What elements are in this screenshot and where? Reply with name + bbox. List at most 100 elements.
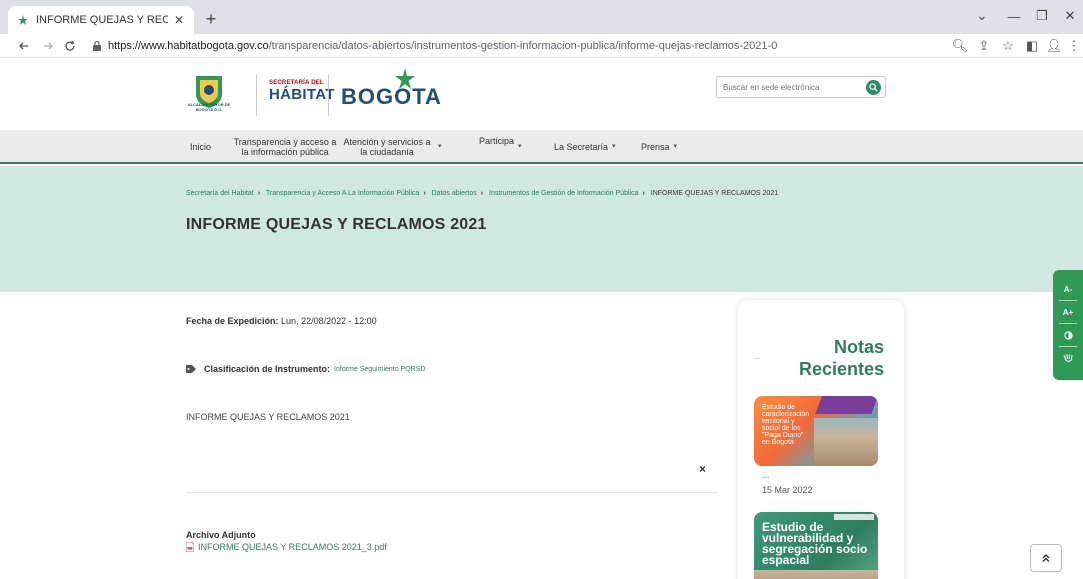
contrast-icon: [1063, 330, 1073, 340]
scroll-top-button[interactable]: [1030, 544, 1062, 572]
site-search-input[interactable]: [717, 77, 857, 98]
body-text: INFORME QUEJAS Y RECLAMOS 2021: [186, 412, 350, 422]
breadcrumb: Secretaría del Habitat › Transparencia y …: [186, 190, 778, 197]
increase-font-button[interactable]: A+: [1053, 303, 1083, 321]
breadcrumb-item[interactable]: Transparencia y Acceso A La Información …: [266, 190, 419, 197]
note-image: [754, 570, 878, 579]
share-icon[interactable]: ⇪: [974, 36, 994, 56]
zoom-icon[interactable]: 🔍︎: [950, 36, 970, 56]
content-divider: [186, 492, 718, 493]
note-banner: [815, 396, 878, 414]
back-button[interactable]: [14, 36, 34, 56]
chevron-down-icon: ▾: [673, 143, 678, 150]
new-tab-button[interactable]: +: [200, 8, 222, 30]
search-button[interactable]: [866, 80, 881, 95]
sidebar-dash: —: [754, 356, 760, 362]
nav-participa[interactable]: Participa ▾: [479, 124, 522, 158]
note-card[interactable]: Estudio de caracterización territorial y…: [754, 396, 878, 466]
attach-label: Archivo Adjunto: [186, 530, 256, 540]
breadcrumb-item[interactable]: Datos abiertos: [432, 190, 477, 197]
logo-divider-2: [328, 74, 329, 116]
a11y-separator: [1059, 323, 1077, 324]
site-search: [716, 76, 886, 98]
note-card[interactable]: Estudio de vulnerabilidad y segregación …: [754, 512, 878, 579]
nav-transparencia[interactable]: Transparencia y acceso a la información …: [230, 130, 340, 164]
close-tab-icon[interactable]: ✕: [172, 13, 186, 27]
chevron-down-icon: ▾: [438, 143, 442, 150]
bogota-star-icon: [395, 68, 415, 89]
nav-label: Transparencia y acceso a la información …: [233, 137, 337, 157]
fecha-value: Lun, 22/08/2022 - 12:00: [281, 316, 377, 326]
crest-caption: ALCALDÍA MAYOR DE BOGOTÁ D.C.: [187, 102, 231, 112]
double-chevron-up-icon: [1042, 554, 1050, 562]
close-window-icon[interactable]: ✕: [1058, 6, 1082, 26]
side-panel-icon[interactable]: ◧: [1022, 36, 1042, 56]
breadcrumb-chevron-icon: ›: [423, 190, 426, 197]
breadcrumb-item[interactable]: Secretaría del Habitat: [186, 190, 254, 197]
breadcrumb-item[interactable]: Instrumentos de Gestión de Información P…: [489, 190, 638, 197]
favicon-icon: [16, 13, 30, 27]
note-title: Estudio de vulnerabilidad y segregación …: [762, 520, 868, 567]
site-header: ALCALDÍA MAYOR DE BOGOTÁ D.C. SECRETARÍA…: [0, 58, 1083, 130]
logo-divider: [256, 74, 257, 116]
chevron-down-icon: ▾: [612, 143, 616, 150]
arrow-right-icon: [44, 42, 53, 50]
nav-prensa[interactable]: Prensa ▾: [641, 130, 677, 164]
arrow-left-icon: [19, 42, 28, 50]
secretaria-logo-big: HÁBITAT: [269, 86, 335, 103]
page-hero: Secretaría del Habitat › Transparencia y …: [0, 166, 1083, 292]
secretaria-logo[interactable]: SECRETARÍA DEL HÁBITAT: [269, 80, 335, 103]
main-content: Fecha de Expedición: Lun, 22/08/2022 - 1…: [186, 292, 726, 579]
reload-button[interactable]: [60, 36, 80, 56]
nav-label: Participa: [479, 136, 515, 146]
note-logo-strip: [834, 514, 874, 520]
forward-button[interactable]: [38, 36, 58, 56]
contrast-button[interactable]: [1053, 326, 1083, 344]
breadcrumb-chevron-icon: ›: [642, 190, 645, 197]
clasificacion-instrumento: Clasificación de Instrumento: Informe Se…: [186, 364, 425, 374]
note-image: [814, 418, 878, 466]
decrease-font-button[interactable]: A-: [1053, 280, 1083, 298]
nav-label: Atención y servicios a la ciudadanía: [343, 137, 431, 157]
nav-inicio[interactable]: Inicio: [190, 130, 211, 164]
lock-icon: [93, 40, 101, 51]
close-icon[interactable]: ×: [699, 462, 706, 476]
a11y-separator: [1059, 346, 1077, 347]
sign-language-button[interactable]: [1053, 349, 1083, 367]
nav-la-secretaria[interactable]: La Secretaría ▾: [554, 130, 616, 164]
tab-bar: INFORME QUEJAS Y RECLAMOS ✕ + ⌄ — ❐ ✕: [0, 0, 1083, 34]
breadcrumb-chevron-icon: ›: [257, 190, 261, 197]
note-ellipsis: ...: [762, 470, 770, 480]
nav-label: Inicio: [190, 142, 212, 152]
url-host: https://www.habitatbogota.gov.co: [108, 40, 269, 52]
url-path: /transparencia/datos-abiertos/instrument…: [268, 40, 778, 52]
tab-search-icon[interactable]: ⌄: [970, 6, 994, 26]
chevron-down-icon: ▾: [518, 143, 522, 150]
browser-window: INFORME QUEJAS Y RECLAMOS ✕ + ⌄ — ❐ ✕ ht…: [0, 0, 1083, 579]
search-icon: [869, 83, 878, 92]
url-field[interactable]: https://www.habitatbogota.gov.co/transpa…: [88, 36, 938, 56]
note-title: Estudio de caracterización territorial y…: [762, 404, 810, 446]
minimize-icon[interactable]: —: [1002, 6, 1026, 26]
fecha-expedicion: Fecha de Expedición: Lun, 22/08/2022 - 1…: [186, 316, 377, 326]
tag-icon: [186, 365, 196, 373]
a11y-separator: [1059, 300, 1077, 301]
profile-icon[interactable]: 👤︎: [1044, 36, 1064, 56]
reload-icon: [65, 40, 75, 51]
url-text: https://www.habitatbogota.gov.co/transpa…: [108, 40, 777, 52]
note-date: 15 Mar 2022: [762, 485, 813, 495]
tab-title: INFORME QUEJAS Y RECLAMOS: [36, 14, 168, 26]
pdf-file-icon: [186, 542, 194, 552]
address-bar-row: https://www.habitatbogota.gov.co/transpa…: [0, 34, 1083, 58]
bookmark-star-icon[interactable]: ☆: [998, 36, 1018, 56]
accessibility-toolbar: A- A+: [1053, 270, 1083, 380]
attachment-link[interactable]: INFORME QUEJAS Y RECLAMOS 2021_3.pdf: [186, 542, 387, 552]
nav-atencion[interactable]: Atención y servicios a la ciudadanía ▾: [340, 130, 454, 164]
page-title: INFORME QUEJAS Y RECLAMOS 2021: [186, 216, 487, 233]
menu-kebab-icon[interactable]: ⋮: [1064, 36, 1083, 56]
sidebar-title: Notas Recientes: [798, 337, 884, 379]
clasif-link[interactable]: Informe Seguimiento PQRSD: [334, 366, 425, 373]
maximize-icon[interactable]: ❐: [1030, 6, 1054, 26]
nav-label: La Secretaría: [554, 142, 609, 152]
browser-tab[interactable]: INFORME QUEJAS Y RECLAMOS ✕: [8, 6, 194, 34]
